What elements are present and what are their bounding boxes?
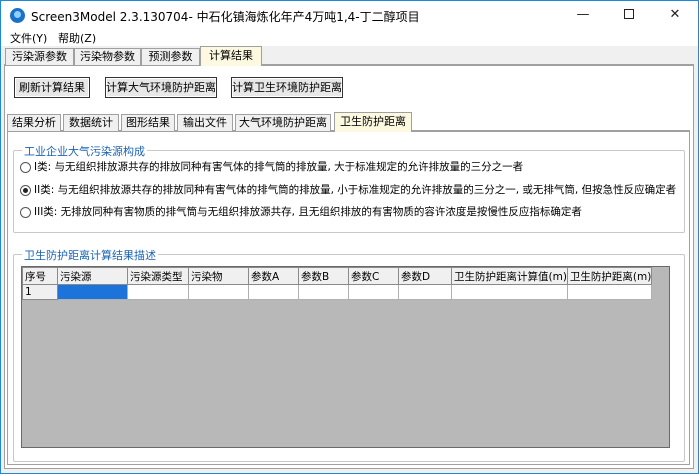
tab-output-files[interactable]: 输出文件 [177,114,233,131]
tab-data-stats[interactable]: 数据统计 [63,114,119,131]
menu-help[interactable]: 帮助(Z) [58,30,96,46]
refresh-results-button[interactable]: 刷新计算结果 [14,77,90,98]
col-header-param-b[interactable]: 参数B [298,267,349,285]
cell-calc-distance[interactable] [451,284,568,300]
tab-pollutant-params[interactable]: 污染物参数 [74,48,141,65]
tab-prediction-params[interactable]: 预测参数 [141,48,200,65]
menu-file[interactable]: 文件(Y) [10,30,47,46]
maximize-button[interactable] [606,1,652,29]
col-header-pollutant[interactable]: 污染物 [188,267,249,285]
calc-atmos-distance-button[interactable]: 计算大气环境防护距离 [105,77,217,98]
tab-results[interactable]: 计算结果 [200,46,262,66]
menu-bar: 文件(Y) 帮助(Z) [1,29,698,46]
radio-class-1-indicator[interactable] [20,161,31,173]
cell-source-type[interactable] [127,284,189,300]
col-header-distance[interactable]: 卫生防护距离(m) [566,267,653,285]
cell-param-b[interactable] [298,284,349,300]
col-header-source[interactable]: 污染源 [57,267,128,285]
radio-class-3[interactable]: III类: 无排放同种有害物质的排气筒与无组织排放源共存, 且无组织排放的有害物… [20,204,582,218]
main-tab-strip: 污染源参数 污染物参数 预测参数 计算结果 [4,46,694,66]
app-window: Screen3Model 2.3.130704- 中石化镇海炼化年产4万吨1,4… [0,0,699,474]
result-group-title: 卫生防护距离计算结果描述 [22,247,158,263]
app-icon [10,8,25,23]
cell-param-a[interactable] [248,284,299,300]
sub-tab-strip: 结果分析 数据统计 图形结果 输出文件 大气环境防护距离 卫生防护距离 [7,112,690,132]
calc-health-distance-button[interactable]: 计算卫生环境防护距离 [231,77,343,98]
table-row: 1 [22,284,653,300]
tab-graph-results[interactable]: 图形结果 [121,114,175,131]
source-type-group: 工业企业大气污染源构成 I类: 与无组织排放源共存的排放同种有害气体的排气筒的排… [13,143,685,233]
results-table: 序号 污染源 污染源类型 污染物 参数A 参数B 参数C 参数D 卫生防护距离计… [22,267,653,300]
result-group: 卫生防护距离计算结果描述 序号 污染源 污染源类型 污染物 参数A 参数B 参数… [13,247,685,462]
cell-pollutant[interactable] [188,284,249,300]
col-header-param-d[interactable]: 参数D [398,267,452,285]
radio-class-3-indicator[interactable] [20,206,31,218]
radio-class-2[interactable]: II类: 与无组织排放源共存的排放同种有害气体的排气筒的排放量, 小于标准规定的… [20,182,676,196]
cell-index[interactable]: 1 [22,284,58,300]
grid-header-row: 序号 污染源 污染源类型 污染物 参数A 参数B 参数C 参数D 卫生防护距离计… [22,267,653,285]
cell-source[interactable] [57,284,128,300]
cell-param-d[interactable] [398,284,452,300]
title-bar: Screen3Model 2.3.130704- 中石化镇海炼化年产4万吨1,4… [1,1,698,29]
tab-health-distance[interactable]: 卫生防护距离 [334,112,412,132]
radio-class-2-label: II类: 与无组织排放源共存的排放同种有害气体的排气筒的排放量, 小于标准规定的… [34,184,677,196]
col-header-index[interactable]: 序号 [22,267,58,285]
radio-class-1[interactable]: I类: 与无组织排放源共存的排放同种有害气体的排气筒的排放量, 大于标准规定的允… [20,159,523,173]
radio-class-1-label: I类: 与无组织排放源共存的排放同种有害气体的排气筒的排放量, 大于标准规定的允… [34,161,524,173]
tab-source-params[interactable]: 污染源参数 [5,48,74,65]
minimize-button[interactable]: — [560,1,606,29]
close-button[interactable]: ✕ [652,1,698,29]
radio-class-2-indicator[interactable] [20,184,31,196]
col-header-param-a[interactable]: 参数A [248,267,299,285]
window-title: Screen3Model 2.3.130704- 中石化镇海炼化年产4万吨1,4… [31,10,420,24]
maximize-icon [624,8,634,19]
radio-class-3-label: III类: 无排放同种有害物质的排气筒与无组织排放源共存, 且无组织排放的有害物… [34,206,582,218]
cell-param-c[interactable] [348,284,399,300]
results-grid[interactable]: 序号 污染源 污染源类型 污染物 参数A 参数B 参数C 参数D 卫生防护距离计… [21,266,670,448]
tab-result-analysis[interactable]: 结果分析 [7,114,61,131]
tab-atmos-distance[interactable]: 大气环境防护距离 [235,114,331,131]
col-header-calc-distance[interactable]: 卫生防护距离计算值(m) [451,267,568,285]
source-type-group-title: 工业企业大气污染源构成 [22,143,147,159]
col-header-param-c[interactable]: 参数C [348,267,399,285]
col-header-source-type[interactable]: 污染源类型 [127,267,189,285]
cell-distance[interactable] [566,284,653,300]
